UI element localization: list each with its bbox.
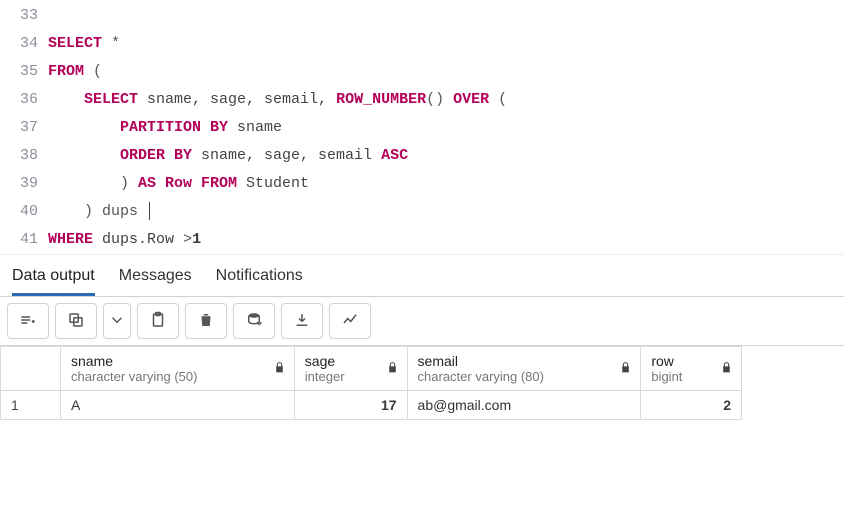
line-number: 34 bbox=[0, 30, 38, 58]
download-icon bbox=[293, 311, 311, 332]
column-name: sage bbox=[305, 353, 377, 369]
save-data-icon bbox=[245, 311, 263, 332]
delete-button[interactable] bbox=[185, 303, 227, 339]
token: . bbox=[138, 231, 147, 248]
code-line[interactable]: PARTITION BY sname bbox=[48, 114, 844, 142]
lock-icon bbox=[273, 361, 286, 377]
column-name: semail bbox=[418, 353, 611, 369]
token: dups bbox=[93, 231, 138, 248]
copy-icon bbox=[67, 311, 85, 332]
text-cursor bbox=[149, 202, 150, 220]
paste-icon bbox=[149, 311, 167, 332]
table-row[interactable]: 1A17ab@gmail.com2 bbox=[1, 391, 742, 420]
cell[interactable]: A bbox=[61, 391, 295, 420]
result-tabs: Data output Messages Notifications bbox=[0, 254, 844, 296]
add-row-button[interactable] bbox=[7, 303, 49, 339]
copy-button[interactable] bbox=[55, 303, 97, 339]
code-line[interactable]: WHERE dups.Row >1 bbox=[48, 226, 844, 254]
column-header-sage[interactable]: sageinteger bbox=[294, 347, 407, 391]
header-row: snamecharacter varying (50)sageintegerse… bbox=[1, 347, 742, 391]
code-line[interactable]: ORDER BY sname, sage, semail ASC bbox=[48, 142, 844, 170]
result-toolbar bbox=[0, 296, 844, 346]
row-number: 1 bbox=[1, 391, 61, 420]
line-number: 35 bbox=[0, 58, 38, 86]
column-header-semail[interactable]: semailcharacter varying (80) bbox=[407, 347, 641, 391]
tab-notifications[interactable]: Notifications bbox=[216, 267, 303, 296]
line-gutter: 333435363738394041 bbox=[0, 2, 48, 254]
code-area[interactable]: SELECT *FROM ( SELECT sname, sage, semai… bbox=[48, 2, 844, 254]
code-line[interactable]: ) AS Row FROM Student bbox=[48, 170, 844, 198]
token: sname bbox=[228, 119, 282, 136]
lock-icon bbox=[619, 361, 632, 377]
token: sname, sage, semail, bbox=[138, 91, 336, 108]
code-line[interactable] bbox=[48, 2, 844, 30]
column-header-sname[interactable]: snamecharacter varying (50) bbox=[61, 347, 295, 391]
token: ROW_NUMBER bbox=[336, 91, 426, 108]
delete-icon bbox=[197, 311, 215, 332]
lock-icon bbox=[386, 361, 399, 377]
corner-cell bbox=[1, 347, 61, 391]
token: * bbox=[102, 35, 120, 52]
token: Student bbox=[237, 175, 309, 192]
line-number: 38 bbox=[0, 142, 38, 170]
result-grid[interactable]: snamecharacter varying (50)sageintegerse… bbox=[0, 346, 742, 420]
column-name: row bbox=[651, 353, 711, 369]
token: ) dups bbox=[48, 203, 147, 220]
token: SELECT bbox=[84, 91, 138, 108]
token: AS Row FROM bbox=[138, 175, 237, 192]
chart-button[interactable] bbox=[329, 303, 371, 339]
line-number: 41 bbox=[0, 226, 38, 254]
token: > bbox=[183, 231, 192, 248]
column-type: bigint bbox=[651, 369, 711, 384]
token: 1 bbox=[192, 231, 201, 248]
token: ORDER BY bbox=[120, 147, 192, 164]
token bbox=[48, 91, 84, 108]
sql-editor[interactable]: 333435363738394041 SELECT *FROM ( SELECT… bbox=[0, 0, 844, 254]
token: sname, sage, semail bbox=[192, 147, 381, 164]
column-name: sname bbox=[71, 353, 264, 369]
column-type: character varying (50) bbox=[71, 369, 264, 384]
line-number: 33 bbox=[0, 2, 38, 30]
token: FROM bbox=[48, 63, 84, 80]
column-type: character varying (80) bbox=[418, 369, 611, 384]
line-number: 36 bbox=[0, 86, 38, 114]
token: Row bbox=[147, 231, 183, 248]
token: PARTITION BY bbox=[120, 119, 228, 136]
column-header-row[interactable]: rowbigint bbox=[641, 347, 742, 391]
token: OVER bbox=[453, 91, 489, 108]
token: ( bbox=[84, 63, 102, 80]
save-data-button[interactable] bbox=[233, 303, 275, 339]
code-line[interactable]: FROM ( bbox=[48, 58, 844, 86]
column-type: integer bbox=[305, 369, 377, 384]
tab-messages[interactable]: Messages bbox=[119, 267, 192, 296]
code-line[interactable]: ) dups bbox=[48, 198, 844, 226]
line-number: 40 bbox=[0, 198, 38, 226]
dropdown-icon bbox=[108, 311, 126, 332]
chart-icon bbox=[341, 311, 359, 332]
code-line[interactable]: SELECT * bbox=[48, 30, 844, 58]
tab-data-output[interactable]: Data output bbox=[12, 267, 95, 296]
lock-icon bbox=[720, 361, 733, 377]
line-number: 37 bbox=[0, 114, 38, 142]
code-line[interactable]: SELECT sname, sage, semail, ROW_NUMBER()… bbox=[48, 86, 844, 114]
token: ) bbox=[48, 175, 138, 192]
token: () bbox=[426, 91, 453, 108]
dropdown-button[interactable] bbox=[103, 303, 131, 339]
cell[interactable]: ab@gmail.com bbox=[407, 391, 641, 420]
token bbox=[48, 119, 120, 136]
cell[interactable]: 2 bbox=[641, 391, 742, 420]
token bbox=[48, 147, 120, 164]
token: ASC bbox=[381, 147, 408, 164]
token: WHERE bbox=[48, 231, 93, 248]
paste-button[interactable] bbox=[137, 303, 179, 339]
download-button[interactable] bbox=[281, 303, 323, 339]
token: SELECT bbox=[48, 35, 102, 52]
line-number: 39 bbox=[0, 170, 38, 198]
cell[interactable]: 17 bbox=[294, 391, 407, 420]
add-row-icon bbox=[19, 311, 37, 332]
token: ( bbox=[489, 91, 507, 108]
